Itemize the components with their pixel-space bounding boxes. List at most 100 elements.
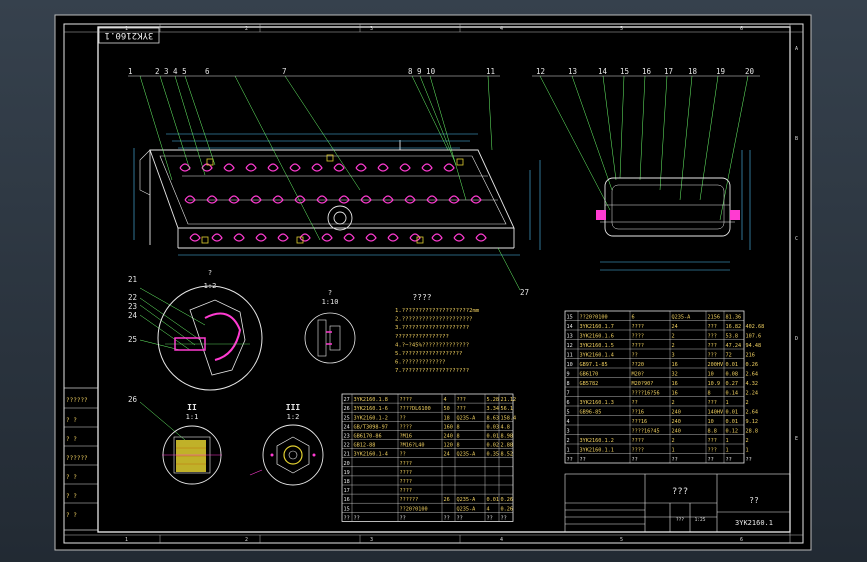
bom-cell: GB5782 (580, 381, 599, 387)
bom-cell: 1 (726, 438, 729, 444)
bom-cell: GB97.1-85 (580, 362, 608, 368)
bom-cell: 25 (344, 415, 350, 421)
bom-cell: ?? (632, 353, 638, 359)
detail-small-scale: 1:10 (322, 298, 339, 306)
svg-text:23: 23 (128, 302, 137, 311)
note-line: 1.????????????????????2mm (395, 308, 480, 314)
bom-cell: 32 (672, 372, 678, 378)
note-line: 4.?~?45%?????????????? (395, 342, 469, 348)
sheet-background (54, 14, 812, 551)
bom-cell: 2156 (708, 315, 721, 321)
bom-cell: 240 (444, 434, 453, 440)
svg-text:26: 26 (128, 395, 138, 404)
bom-cell: 0.02 (487, 443, 500, 449)
bom-cell: 2 (746, 438, 749, 444)
bom-cell: 12 (567, 343, 573, 349)
zone-number-top: 5 (620, 26, 623, 32)
bom-cell: ?? (400, 515, 406, 521)
bom-cell: 94.48 (746, 343, 762, 349)
bom-cell: 50 (444, 406, 450, 412)
detail-i-scale: 1:2 (204, 282, 217, 290)
bom-cell: 0.01 (726, 419, 739, 425)
bom-cell: 160 (444, 424, 453, 430)
bom-cell: ?? (632, 400, 638, 406)
left-column-text: ? ? (66, 417, 77, 424)
bom-cell: 5 (567, 410, 570, 416)
zone-number-bottom: 3 (370, 537, 373, 543)
bom-cell: 22 (344, 443, 350, 449)
bom-cell: 0.01 (487, 497, 500, 503)
zone-number-bottom: 1 (125, 537, 128, 543)
bom-cell: 200HV (708, 362, 724, 368)
section-ii-scale: 1:1 (186, 413, 199, 421)
bom-cell: ?? (632, 457, 638, 463)
cad-viewport[interactable]: 123456 123456 ABCDE 3YK2160.1 ??????? ??… (0, 0, 867, 562)
bom-cell: ??16 (632, 410, 645, 416)
bom-cell: 0.03 (487, 424, 500, 430)
bom-cell: ?????? (400, 497, 419, 503)
bom-cell: 0.01 (487, 434, 500, 440)
zone-number-bottom: 2 (245, 537, 248, 543)
title-label-right: ?? (749, 496, 759, 505)
zone-number-top: 2 (245, 26, 248, 32)
bom-cell: Q235-A (457, 506, 477, 512)
callout-label: 12 (536, 67, 545, 76)
left-column-text: ? ? (66, 493, 77, 500)
bom-cell: ??? (708, 343, 717, 349)
bom-cell: 3YK2160.1.7 (580, 324, 614, 330)
callout-27: 27 (520, 288, 529, 297)
bom-cell: Q235-A (457, 452, 477, 458)
bom-cell: ?? (457, 515, 463, 521)
bom-cell: 3.34 (487, 406, 500, 412)
callout-label: 19 (716, 67, 725, 76)
bom-cell: 10 (708, 419, 714, 425)
bom-cell: 7 (567, 391, 570, 397)
bom-cell: Q235-A (457, 415, 477, 421)
zone-letter: D (795, 336, 798, 342)
bom-cell: 6 (567, 400, 570, 406)
bom-cell: 0.26 (501, 497, 514, 503)
detail-small-label: ? (328, 289, 332, 297)
bom-cell: 2.88 (501, 443, 514, 449)
bom-cell: ??? (708, 353, 717, 359)
bom-cell: 3YK2160.1.2 (580, 438, 614, 444)
bom-cell: 4 (567, 419, 570, 425)
bom-cell: 8.8 (708, 429, 717, 435)
callout-label: 16 (642, 67, 652, 76)
note-line: 5.?????????????????? (395, 351, 462, 357)
bom-cell: ?? (344, 515, 350, 521)
drawing-sheet: 123456 123456 ABCDE 3YK2160.1 ??????? ??… (54, 14, 812, 551)
code-rotated-box: 3YK2160.1 (98, 27, 160, 44)
zone-letter: A (795, 46, 798, 52)
bom-cell: 1 (567, 448, 570, 454)
bom-cell: ??20?0100 (400, 506, 428, 512)
bom-cell: 14 (567, 324, 573, 330)
bom-cell: 10 (567, 362, 573, 368)
bom-cell: M20? (632, 372, 645, 378)
bom-cell: 11 (567, 353, 573, 359)
bom-cell: 16 (672, 381, 678, 387)
bom-cell: ?? (672, 457, 678, 463)
bom-cell: ??? (708, 448, 717, 454)
bom-cell: 2 (672, 343, 675, 349)
zone-letter: C (795, 236, 798, 242)
note-line: 7.???????????????????? (395, 368, 469, 374)
callout-label: 11 (486, 67, 495, 76)
bom-cell: 2 (567, 438, 570, 444)
callout-label: 7 (282, 67, 287, 76)
title-small: ??? (676, 517, 684, 523)
bom-cell: 3YK2160.1-4 (354, 452, 388, 458)
bom-cell: 0.26 (501, 506, 514, 512)
bom-cell: 13 (567, 334, 573, 340)
bom-cell: GB12-88 (354, 443, 376, 449)
note-line: 2.????????????????????? (395, 317, 472, 323)
left-column-text: ?????? (66, 455, 88, 462)
bom-cell: ????16?56 (632, 391, 660, 397)
title-code: 3YK2160.1 (735, 519, 773, 527)
bom-cell: 0.14 (726, 391, 739, 397)
bom-cell: ???? (400, 424, 413, 430)
bom-cell: 3YK2160.1-2 (354, 415, 388, 421)
bom-cell: 15 (344, 506, 350, 512)
bom-cell: ??20?0100 (580, 315, 608, 321)
bom-cell: 8 (567, 381, 570, 387)
